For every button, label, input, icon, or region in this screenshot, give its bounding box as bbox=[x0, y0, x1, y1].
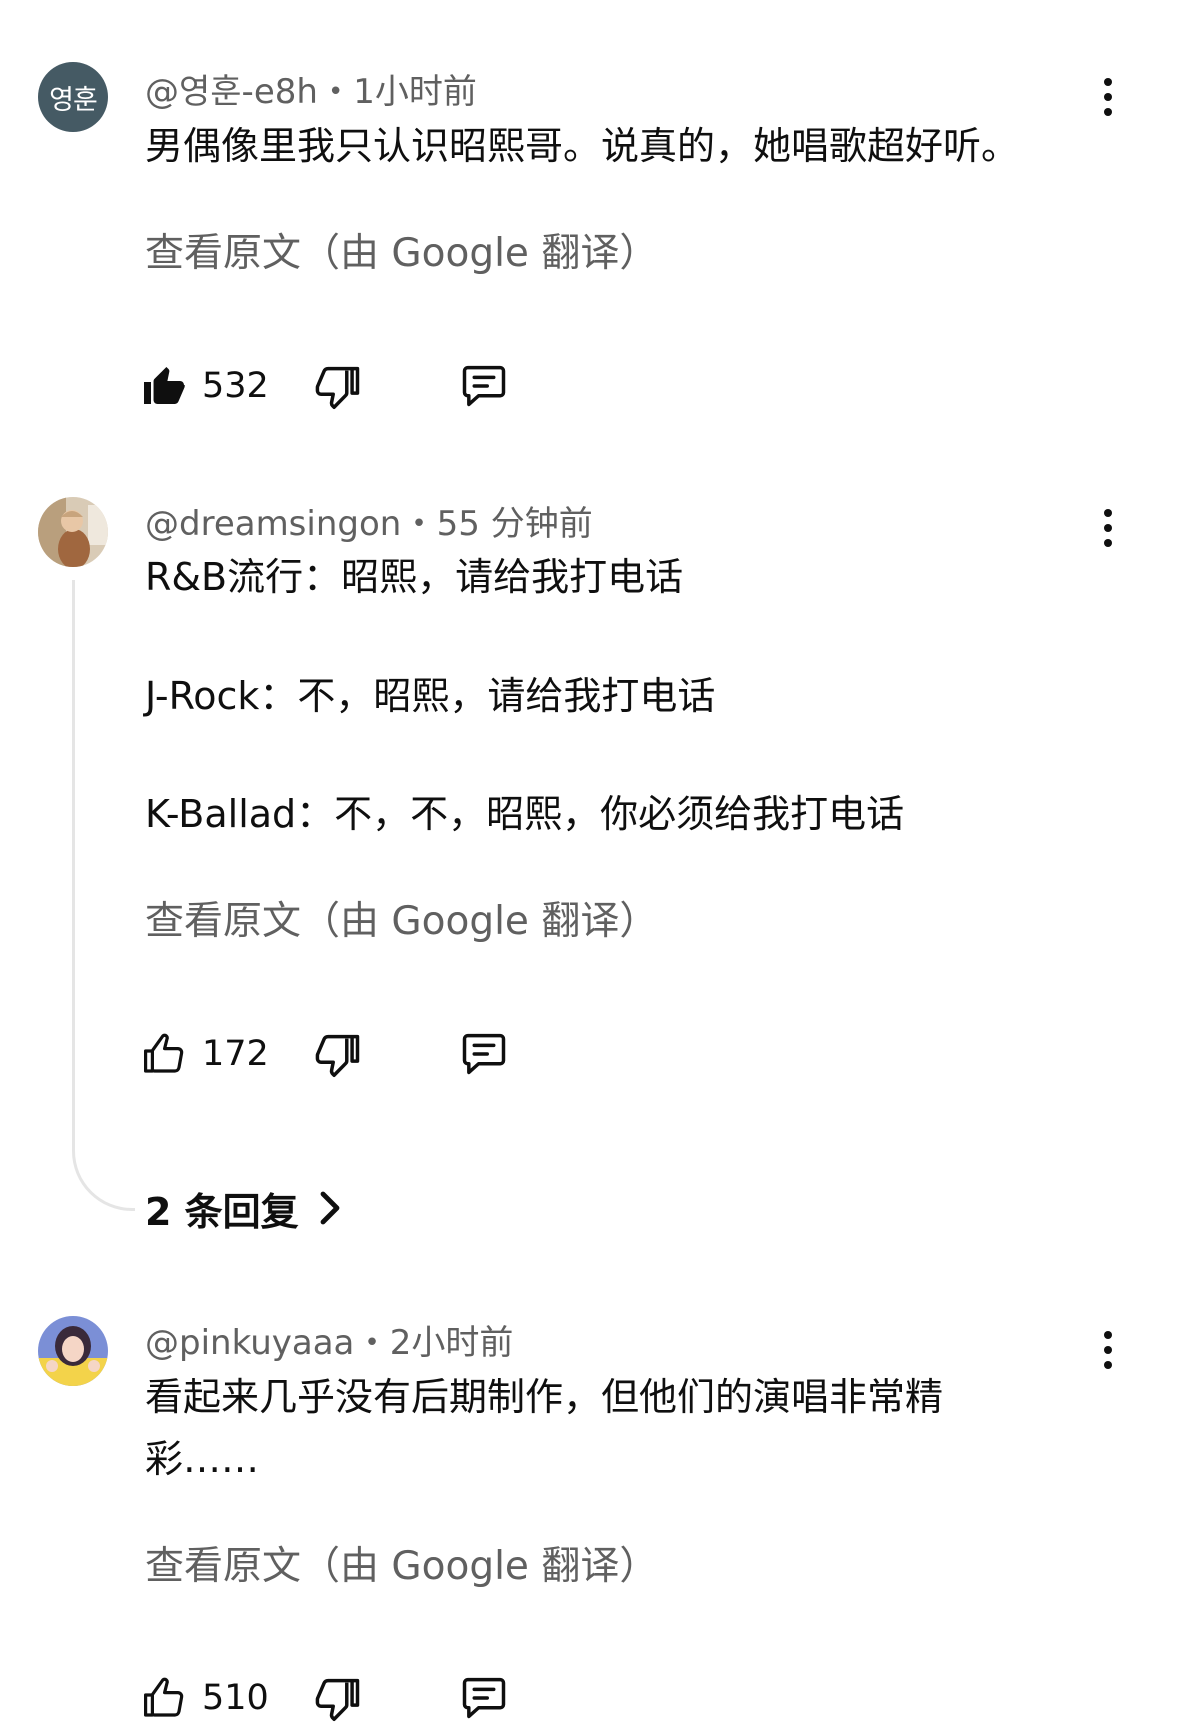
reply-thread-line bbox=[72, 580, 135, 1211]
comment-line: 看起来几乎没有后期制作，但他们的演唱非常精 bbox=[145, 1375, 944, 1419]
thumb-down-icon bbox=[315, 1678, 360, 1721]
translate-link[interactable]: 查看原文（由 Google 翻译） bbox=[145, 890, 658, 946]
avatar[interactable] bbox=[38, 1316, 108, 1386]
reply-icon bbox=[462, 1033, 506, 1075]
author-handle[interactable]: @dreamsingon bbox=[145, 504, 401, 544]
timestamp: 2小时前 bbox=[389, 1323, 514, 1363]
comment-meta: @pinkuyaaa • 2小时前 bbox=[145, 1315, 513, 1364]
replies-count-label: 2 条回复 bbox=[145, 1189, 299, 1234]
dislike-button[interactable] bbox=[312, 1668, 364, 1728]
translate-link[interactable]: 查看原文（由 Google 翻译） bbox=[145, 1535, 658, 1591]
like-button[interactable]: 172 bbox=[140, 1024, 269, 1084]
dislike-button[interactable] bbox=[312, 1024, 364, 1084]
reply-button[interactable] bbox=[458, 1668, 510, 1728]
reply-button[interactable] bbox=[458, 356, 510, 416]
like-count: 510 bbox=[202, 1678, 269, 1718]
more-vert-icon[interactable] bbox=[1090, 498, 1126, 558]
chevron-right-icon bbox=[320, 1191, 340, 1225]
comment-line: R&B流行：昭熙，请给我打电话 bbox=[145, 555, 684, 599]
timestamp: 1小时前 bbox=[353, 72, 477, 112]
comment-meta: @영훈-e8h • 1小时前 bbox=[145, 64, 477, 113]
thumb-down-icon bbox=[315, 366, 360, 409]
thumb-down-icon bbox=[315, 1034, 360, 1077]
more-vert-icon[interactable] bbox=[1090, 67, 1126, 127]
like-count: 532 bbox=[202, 366, 269, 406]
reply-icon bbox=[462, 1677, 506, 1719]
comment-text: 看起来几乎没有后期制作，但他们的演唱非常精 彩…… bbox=[145, 1366, 943, 1490]
author-handle[interactable]: @pinkuyaaa bbox=[145, 1323, 354, 1363]
like-button[interactable]: 510 bbox=[140, 1668, 269, 1728]
avatar[interactable]: 영훈 bbox=[38, 62, 108, 132]
comment-line: K-Ballad：不，不，昭熙，你必须给我打电话 bbox=[145, 792, 905, 836]
separator-dot: • bbox=[327, 77, 344, 107]
more-vert-icon[interactable] bbox=[1090, 1320, 1126, 1380]
comment-line: 彩…… bbox=[145, 1437, 260, 1481]
thumb-up-icon bbox=[144, 1033, 184, 1073]
author-handle[interactable]: @영훈-e8h bbox=[145, 72, 318, 112]
comment-text: 男偶像里我只认识昭熙哥。说真的，她唱歌超好听。 bbox=[145, 115, 1019, 177]
thumb-up-icon bbox=[144, 367, 185, 404]
reply-button[interactable] bbox=[458, 1024, 510, 1084]
like-button[interactable]: 532 bbox=[140, 356, 269, 416]
separator-dot: • bbox=[364, 1328, 380, 1358]
translate-link[interactable]: 查看原文（由 Google 翻译） bbox=[145, 222, 658, 278]
view-replies-button[interactable]: 2 条回复 bbox=[145, 1180, 343, 1236]
dislike-button[interactable] bbox=[312, 356, 364, 416]
avatar[interactable] bbox=[38, 497, 108, 567]
timestamp: 55 分钟前 bbox=[436, 504, 593, 544]
comment-line: 男偶像里我只认识昭熙哥。说真的，她唱歌超好听。 bbox=[145, 124, 1020, 168]
comment-meta: @dreamsingon • 55 分钟前 bbox=[145, 496, 593, 545]
separator-dot: • bbox=[411, 509, 427, 539]
thumb-up-icon bbox=[144, 1677, 184, 1717]
like-count: 172 bbox=[202, 1034, 269, 1074]
reply-icon bbox=[462, 365, 506, 407]
comment-line: J-Rock：不，昭熙，请给我打电话 bbox=[145, 674, 716, 718]
